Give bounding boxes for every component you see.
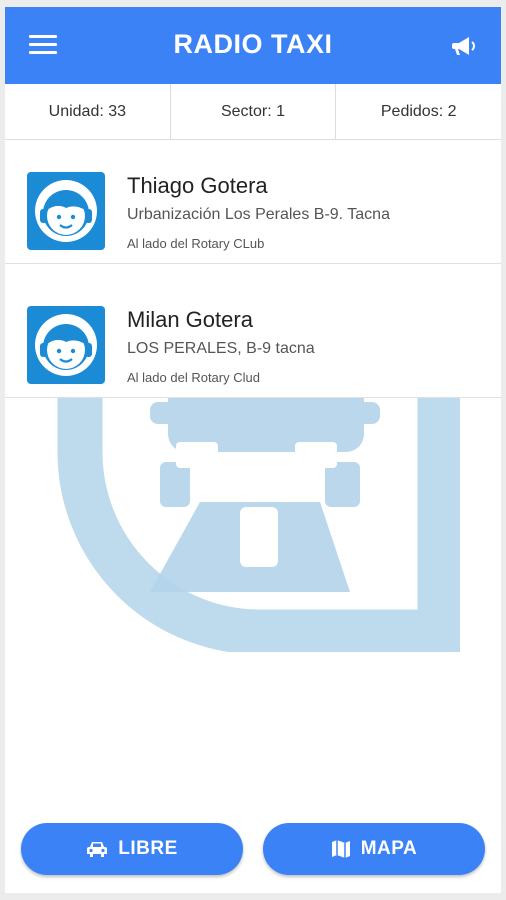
pickup-address: LOS PERALES, B-9 tacna: [127, 340, 315, 357]
libre-button-label: LIBRE: [118, 838, 178, 859]
taxi-watermark-logo: [57, 392, 460, 652]
pickup-address: Urbanización Los Perales B-9. Tacna: [127, 206, 390, 223]
megaphone-icon[interactable]: [451, 34, 479, 58]
sector-status: Sector: 1: [169, 84, 336, 139]
mapa-button-label: MAPA: [360, 838, 418, 859]
app-frame: RADIO TAXI Unidad: 33 Sector: 1 Pedidos:…: [5, 7, 501, 893]
operator-headset-icon: [27, 306, 105, 384]
unit-status: Unidad: 33: [48, 102, 127, 120]
address-reference: Al lado del Rotary CLub: [127, 236, 265, 251]
order-card[interactable]: Thiago Gotera Urbanización Los Perales B…: [5, 140, 501, 264]
map-icon: [331, 839, 351, 859]
libre-button[interactable]: LIBRE: [21, 823, 243, 875]
car-icon: [86, 840, 108, 858]
passenger-name: Thiago Gotera: [127, 173, 268, 198]
mapa-button[interactable]: MAPA: [263, 823, 485, 875]
passenger-name: Milan Gotera: [127, 307, 253, 332]
app-bar: RADIO TAXI: [5, 7, 501, 84]
operator-headset-icon: [27, 172, 105, 250]
orders-count-status: Pedidos: 2: [335, 84, 501, 139]
address-reference: Al lado del Rotary Clud: [127, 370, 260, 385]
status-bar: Unidad: 33 Sector: 1 Pedidos: 2: [5, 84, 501, 140]
app-title: RADIO TAXI: [173, 29, 333, 59]
order-card[interactable]: Milan Gotera LOS PERALES, B-9 tacna Al l…: [5, 274, 501, 398]
